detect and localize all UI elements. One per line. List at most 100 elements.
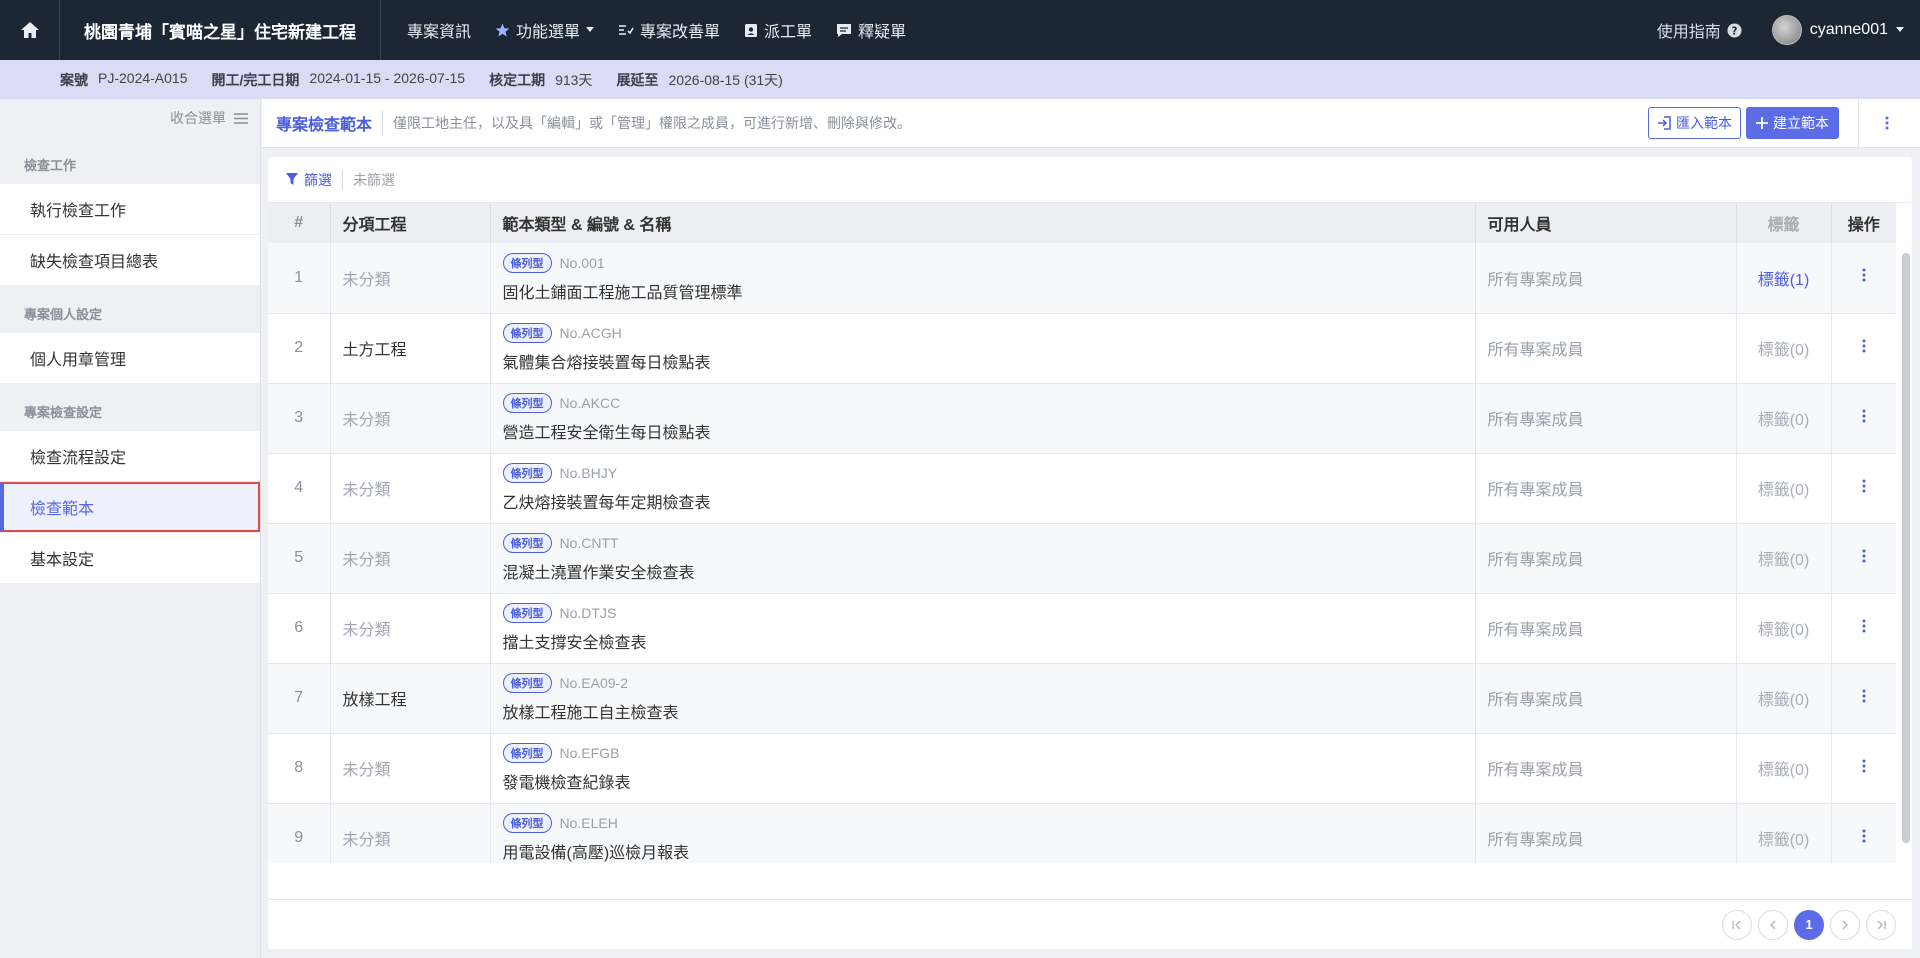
- user-guide-link[interactable]: 使用指南 ?: [1657, 18, 1742, 42]
- table-row[interactable]: 9 未分類 條列型 No.ELEH 用電設備(高壓)巡檢月報表 所有專案成員 標籤(0): [268, 803, 1896, 863]
- sidebar-group-title: 檢查工作: [24, 158, 77, 173]
- table-row[interactable]: 5 未分類 條列型 No.CNTT 混凝土澆置作業安全檢查表 所有專案成員 標籤(0): [268, 523, 1896, 594]
- first-page-button[interactable]: [1722, 909, 1752, 940]
- row-template[interactable]: 條列型 No.BHJY 乙炔熔接裝置每年定期檢查表: [490, 453, 1476, 524]
- nav-project-info[interactable]: 專案資訊: [395, 0, 483, 60]
- first-page-icon: [1732, 920, 1741, 929]
- main-nav: 專案資訊 功能選單 專案改善單 派工單 釋疑單: [381, 0, 918, 60]
- sidebar-item-personal-seal[interactable]: 個人用章管理: [0, 333, 260, 383]
- create-template-button[interactable]: 建立範本: [1746, 107, 1839, 139]
- table-row[interactable]: 7 放樣工程 條列型 No.EA09-2 放樣工程施工自主檢查表 所有專案成員 標籤(0): [268, 663, 1896, 734]
- col-header-users[interactable]: 可用人員: [1475, 203, 1737, 243]
- case-no-value: PJ-2024-A015: [98, 69, 188, 86]
- table-row[interactable]: 4 未分類 條列型 No.BHJY 乙炔熔接裝置每年定期檢查表 所有專案成員 標籤(0): [268, 453, 1896, 524]
- row-tags-link[interactable]: 標籤(0): [1736, 663, 1832, 734]
- sidebar-item-inspection-flow[interactable]: 檢查流程設定: [0, 431, 260, 481]
- top-navbar: 桃園青埔「賓喵之星」住宅新建工程 專案資訊 功能選單 專案改善單 派工單 釋疑單…: [0, 0, 1920, 60]
- col-header-category[interactable]: 分項工程: [330, 203, 491, 243]
- nav-function-menu[interactable]: 功能選單: [483, 0, 606, 60]
- row-template[interactable]: 條列型 No.CNTT 混凝土澆置作業安全檢查表: [490, 523, 1476, 594]
- import-template-button[interactable]: 匯入範本: [1648, 107, 1741, 139]
- table-row[interactable]: 1 未分類 條列型 No.001 固化土鋪面工程施工品質管理標準 所有專案成員 標籤(1): [268, 243, 1896, 314]
- kebab-icon: [1862, 409, 1866, 422]
- prev-page-button[interactable]: [1758, 909, 1788, 940]
- filter-label: 篩選: [304, 171, 332, 188]
- kebab-icon: [1862, 339, 1866, 352]
- col-header-template[interactable]: 範本類型 & 編號 & 名稱: [490, 203, 1476, 243]
- template-code: No.EA09-2: [559, 675, 628, 691]
- row-actions-button[interactable]: [1831, 313, 1896, 384]
- row-template[interactable]: 條列型 No.ACGH 氣體集合熔接裝置每日檢點表: [490, 313, 1476, 384]
- table-row[interactable]: 2 土方工程 條列型 No.ACGH 氣體集合熔接裝置每日檢點表 所有專案成員 標籤(0): [268, 313, 1896, 384]
- template-meta: 條列型 No.CNTT: [502, 533, 1463, 553]
- template-name: 擋土支撐安全檢查表: [502, 635, 647, 652]
- row-actions-button[interactable]: [1831, 383, 1896, 454]
- template-type-badge: 條列型: [502, 743, 552, 763]
- row-tags-link[interactable]: 標籤(0): [1736, 313, 1832, 384]
- row-actions-button[interactable]: [1831, 453, 1896, 524]
- row-template[interactable]: 條列型 No.001 固化土鋪面工程施工品質管理標準: [490, 243, 1476, 314]
- nav-improvement[interactable]: 專案改善單: [606, 0, 732, 60]
- kebab-icon: [1862, 829, 1866, 842]
- page-number-button[interactable]: 1: [1794, 909, 1824, 940]
- last-page-icon: [1877, 920, 1886, 929]
- sidebar-item-basic-settings[interactable]: 基本設定: [0, 533, 260, 583]
- extension: 展延至 2026-08-15 (31天): [616, 70, 782, 90]
- template-code: No.ELEH: [559, 815, 618, 831]
- kebab-icon: [1862, 268, 1866, 282]
- row-actions-button[interactable]: [1831, 803, 1896, 863]
- template-code: No.BHJY: [559, 465, 618, 481]
- row-template[interactable]: 條列型 No.EFGB 發電機檢查紀錄表: [490, 733, 1476, 804]
- col-header-num: #: [268, 203, 331, 243]
- list-check-icon: [619, 25, 634, 35]
- row-tags-link[interactable]: 標籤(0): [1736, 523, 1832, 594]
- import-label: 匯入範本: [1676, 115, 1732, 131]
- row-users: 所有專案成員: [1475, 383, 1737, 454]
- last-page-button[interactable]: [1866, 909, 1896, 940]
- kebab-icon: [1862, 479, 1866, 492]
- row-tags-link[interactable]: 標籤(0): [1736, 733, 1832, 804]
- table-row[interactable]: 8 未分類 條列型 No.EFGB 發電機檢查紀錄表 所有專案成員 標籤(0): [268, 733, 1896, 804]
- period-label: 核定工期: [489, 71, 546, 88]
- sidebar-item-defect-summary[interactable]: 缺失檢查項目總表: [0, 235, 260, 285]
- table-row[interactable]: 6 未分類 條列型 No.DTJS 擋土支撐安全檢查表 所有專案成員 標籤(0): [268, 593, 1896, 664]
- row-tags-link[interactable]: 標籤(0): [1736, 383, 1832, 454]
- row-tags-link[interactable]: 標籤(0): [1736, 593, 1832, 664]
- row-template[interactable]: 條列型 No.DTJS 擋土支撐安全檢查表: [490, 593, 1476, 664]
- next-page-button[interactable]: [1830, 909, 1860, 940]
- row-template[interactable]: 條列型 No.EA09-2 放樣工程施工自主檢查表: [490, 663, 1476, 734]
- project-title[interactable]: 桃園青埔「賓喵之星」住宅新建工程: [60, 0, 381, 60]
- row-number: 7: [268, 663, 331, 734]
- template-meta: 條列型 No.BHJY: [502, 463, 1463, 483]
- table-wrap[interactable]: # 分項工程 範本類型 & 編號 & 名稱 可用人員 標籤 操作 1 未分類 條列型…: [268, 203, 1912, 863]
- row-actions-button[interactable]: [1831, 523, 1896, 594]
- row-tags-link[interactable]: 標籤(0): [1736, 803, 1832, 863]
- row-template[interactable]: 條列型 No.ELEH 用電設備(高壓)巡檢月報表: [490, 803, 1476, 863]
- nav-label: 功能選單: [516, 24, 581, 41]
- template-type-badge: 條列型: [502, 813, 552, 833]
- home-icon: [20, 22, 39, 38]
- row-tags-link[interactable]: 標籤(0): [1736, 453, 1832, 524]
- sidebar-item-execute-inspection[interactable]: 執行檢查工作: [0, 184, 260, 234]
- scrollbar[interactable]: [1902, 253, 1910, 843]
- template-meta: 條列型 No.ACGH: [502, 323, 1463, 343]
- row-actions-button[interactable]: [1831, 663, 1896, 734]
- nav-clarification[interactable]: 釋疑單: [824, 0, 918, 60]
- header-actions: 匯入範本 建立範本: [1648, 98, 1920, 148]
- collapse-menu-button[interactable]: 收合選單: [0, 99, 260, 137]
- filter-button[interactable]: 篩選: [286, 169, 343, 190]
- content-header: 專案檢查範本 僅限工地主任，以及具「編輯」或「管理」權限之成員，可進行新增、刪除…: [262, 98, 1920, 148]
- table-row[interactable]: 3 未分類 條列型 No.AKCC 營造工程安全衛生每日檢點表 所有專案成員 標籤(0): [268, 383, 1896, 454]
- row-actions-button[interactable]: [1831, 733, 1896, 804]
- more-options-button[interactable]: [1858, 98, 1914, 148]
- home-button[interactable]: [0, 0, 60, 60]
- nav-dispatch[interactable]: 派工單: [732, 0, 824, 60]
- row-template[interactable]: 條列型 No.AKCC 營造工程安全衛生每日檢點表: [490, 383, 1476, 454]
- kebab-icon: [1862, 759, 1866, 772]
- template-code: No.ACGH: [559, 325, 622, 341]
- row-actions-button[interactable]: [1831, 593, 1896, 664]
- row-tags-link[interactable]: 標籤(1): [1736, 243, 1832, 314]
- user-menu[interactable]: cyanne001: [1771, 15, 1904, 45]
- sidebar-item-inspection-template[interactable]: 檢查範本: [0, 482, 260, 532]
- row-actions-button[interactable]: [1831, 243, 1896, 314]
